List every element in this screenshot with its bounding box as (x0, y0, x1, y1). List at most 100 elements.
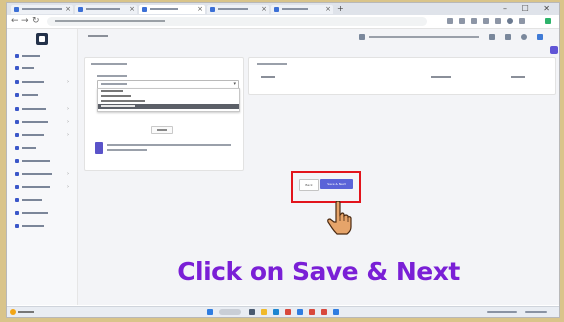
sidebar-item[interactable]: › (15, 132, 73, 138)
report-icon (15, 120, 19, 124)
close-tab-icon[interactable]: × (325, 5, 331, 14)
dropdown-options (97, 88, 240, 112)
sidebar-item[interactable] (15, 223, 73, 229)
notification-icon[interactable] (359, 34, 365, 40)
explorer-icon[interactable] (261, 309, 267, 315)
back-button[interactable]: Back (299, 179, 319, 191)
dashboard-icon (15, 54, 19, 58)
store-icon[interactable] (297, 309, 303, 315)
clock[interactable] (525, 311, 547, 313)
sidebar-item[interactable]: › (15, 106, 73, 112)
mail-icon[interactable] (333, 309, 339, 315)
app-icon[interactable] (309, 309, 315, 315)
profile-icon[interactable] (507, 18, 513, 24)
sidebar-item[interactable] (15, 53, 73, 59)
page-icon (14, 7, 19, 12)
extensions-icon[interactable] (459, 18, 465, 24)
settings-icon[interactable] (537, 34, 543, 40)
form-card: ▾ (84, 57, 244, 171)
sidebar-item[interactable]: › (15, 171, 73, 177)
chevron-down-icon: ▾ (233, 81, 236, 87)
page-icon (78, 7, 83, 12)
sidebar-item[interactable] (15, 158, 73, 164)
sidebar-item[interactable] (15, 197, 73, 203)
close-tab-icon[interactable]: × (197, 5, 203, 14)
chrome-icon[interactable] (285, 309, 291, 315)
address-bar-row: ← → ↻ (7, 15, 559, 29)
sidebar-item[interactable] (15, 210, 73, 216)
sidebar-item[interactable]: › (15, 184, 73, 190)
hand-pointer-icon (327, 201, 352, 235)
taskbar (7, 306, 559, 317)
dropdown-option-selected[interactable] (98, 104, 239, 109)
close-tab-icon[interactable]: × (129, 5, 135, 14)
split-view-icon[interactable] (483, 18, 489, 24)
sun-icon (10, 309, 16, 315)
settings-icon (15, 107, 19, 111)
system-tray[interactable] (487, 311, 517, 313)
avatar[interactable] (521, 34, 527, 40)
browser-tab[interactable]: × (75, 5, 137, 14)
tab-strip: × × × × × + – ☐ ✕ (7, 3, 559, 15)
calendar-icon (15, 146, 19, 150)
summary-card (248, 57, 556, 95)
tools-icon (15, 185, 19, 189)
browser-tab[interactable]: × (207, 5, 269, 14)
star-icon[interactable] (447, 18, 453, 24)
chevron-right-icon: › (67, 106, 69, 112)
header-tools (359, 34, 549, 40)
chevron-right-icon: › (67, 184, 69, 190)
help-icon (15, 211, 19, 215)
copilot-icon[interactable] (545, 18, 551, 24)
window-controls[interactable]: – ☐ ✕ (503, 3, 556, 15)
edge-icon[interactable] (273, 309, 279, 315)
search-icon[interactable] (219, 309, 241, 315)
menu-icon[interactable] (519, 18, 525, 24)
main-content: ▾ Back Save & Next Click on Save & Next (78, 29, 559, 305)
sidebar-item[interactable] (15, 145, 73, 151)
sidebar: › › › › › › (7, 29, 78, 305)
customizer-button[interactable] (550, 46, 558, 54)
add-button[interactable] (151, 126, 173, 134)
taskview-icon[interactable] (249, 309, 255, 315)
card-title (91, 63, 127, 65)
close-tab-icon[interactable]: × (261, 5, 267, 14)
page-icon (142, 7, 147, 12)
page-icon (210, 7, 215, 12)
download-icon[interactable] (471, 18, 477, 24)
chevron-right-icon: › (67, 79, 69, 85)
chevron-right-icon: › (67, 119, 69, 125)
sidebar-item[interactable] (15, 92, 73, 98)
sidebar-item[interactable]: › (15, 79, 73, 85)
folder-icon (15, 133, 19, 137)
chart-icon (15, 159, 19, 163)
table-header (511, 76, 525, 78)
url-field[interactable] (47, 17, 427, 26)
browser-tab[interactable]: × (11, 5, 73, 14)
sidebar-item[interactable] (15, 65, 73, 71)
app-logo[interactable] (36, 33, 48, 45)
browser-tab[interactable]: × (271, 5, 333, 14)
app-icon[interactable] (321, 309, 327, 315)
mail-icon (15, 198, 19, 202)
fullscreen-icon[interactable] (489, 34, 495, 40)
windows-icon[interactable] (207, 309, 213, 315)
table-header (431, 76, 451, 78)
save-next-button[interactable]: Save & Next (320, 179, 353, 189)
close-tab-icon[interactable]: × (65, 5, 71, 14)
collections-icon[interactable] (495, 18, 501, 24)
info-icon (15, 224, 19, 228)
browser-tab-active[interactable]: × (139, 5, 205, 14)
forward-arrow-icon[interactable]: → (21, 16, 29, 27)
document-icon (15, 172, 19, 176)
info-notice (95, 142, 235, 158)
info-icon (95, 142, 103, 154)
list-icon (15, 93, 19, 97)
masters-icon (15, 80, 19, 84)
sidebar-item[interactable]: › (15, 119, 73, 125)
reload-icon[interactable]: ↻ (32, 16, 40, 27)
language-icon[interactable] (505, 34, 511, 40)
users-icon (15, 66, 19, 70)
weather-widget[interactable] (10, 309, 34, 315)
back-arrow-icon[interactable]: ← (11, 16, 19, 27)
